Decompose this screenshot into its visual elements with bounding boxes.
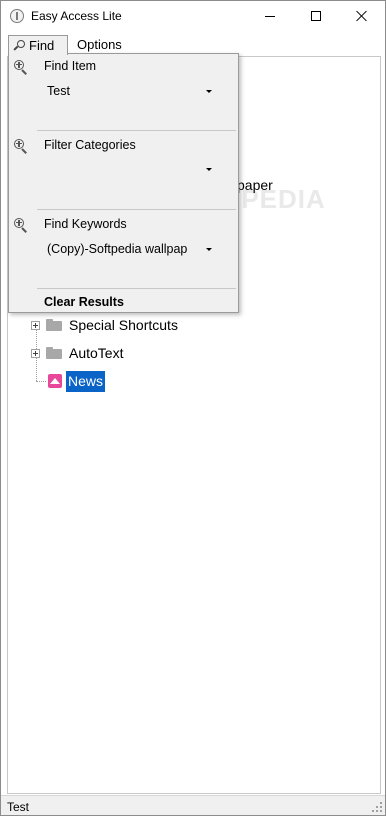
tree-item-partial-label[interactable]: paper xyxy=(237,177,273,193)
maximize-icon xyxy=(311,11,321,21)
menu-find-label: Find xyxy=(29,38,55,53)
app-window: Easy Access Lite Find Options SOFTPEDIA … xyxy=(0,0,386,816)
clear-results-button[interactable]: Clear Results xyxy=(44,295,124,309)
zoom-in-icon xyxy=(14,60,28,75)
filter-categories-title: Filter Categories xyxy=(44,138,136,152)
expand-icon[interactable] xyxy=(31,320,40,330)
status-text: Test xyxy=(7,800,30,814)
dropdown-arrow-icon[interactable] xyxy=(206,167,212,171)
minimize-icon xyxy=(265,15,275,17)
find-keywords-value: (Copy)-Softpedia wallpap xyxy=(47,242,188,256)
close-icon xyxy=(356,10,368,22)
tree-item-autotext[interactable]: AutoText xyxy=(31,342,125,364)
find-item-combo[interactable]: Test xyxy=(44,80,214,102)
find-keywords-combo[interactable]: (Copy)-Softpedia wallpap xyxy=(44,238,214,260)
close-button[interactable] xyxy=(339,1,385,31)
zoom-in-icon xyxy=(14,139,28,154)
tree-item-label: Special Shortcuts xyxy=(69,317,178,333)
menu-find[interactable]: Find xyxy=(8,35,68,55)
minimize-button[interactable] xyxy=(247,1,293,31)
find-item-value: Test xyxy=(47,84,70,98)
app-icon xyxy=(10,9,24,23)
expand-icon[interactable] xyxy=(31,348,40,358)
separator xyxy=(37,288,236,289)
menu-bar: Find Options xyxy=(1,35,385,55)
dropdown-arrow-icon[interactable] xyxy=(206,89,212,93)
separator xyxy=(37,130,236,131)
filter-categories-combo[interactable] xyxy=(44,158,214,180)
folder-icon xyxy=(46,347,62,359)
tree-item-label-selected: News xyxy=(66,370,106,392)
tree-item-special-shortcuts[interactable]: Special Shortcuts xyxy=(31,314,180,336)
title-bar[interactable]: Easy Access Lite xyxy=(1,1,385,31)
separator xyxy=(37,209,236,210)
search-icon xyxy=(13,40,25,51)
find-dropdown-panel: Find Item Test Filter Categories Find Ke… xyxy=(8,53,239,313)
tree-item-label: AutoText xyxy=(69,345,124,361)
tree-item-news[interactable]: News xyxy=(48,370,106,392)
find-item-title: Find Item xyxy=(44,59,97,73)
window-title: Easy Access Lite xyxy=(31,9,122,23)
image-icon xyxy=(48,374,62,388)
folder-icon xyxy=(46,319,62,331)
maximize-button[interactable] xyxy=(293,1,339,31)
status-bar: Test xyxy=(1,795,385,815)
tree-connector-line xyxy=(36,381,46,382)
menu-options[interactable]: Options xyxy=(77,37,122,52)
find-keywords-title: Find Keywords xyxy=(44,217,127,231)
zoom-in-icon xyxy=(14,218,28,233)
resize-grip-icon[interactable] xyxy=(372,802,382,812)
dropdown-arrow-icon[interactable] xyxy=(206,247,212,251)
